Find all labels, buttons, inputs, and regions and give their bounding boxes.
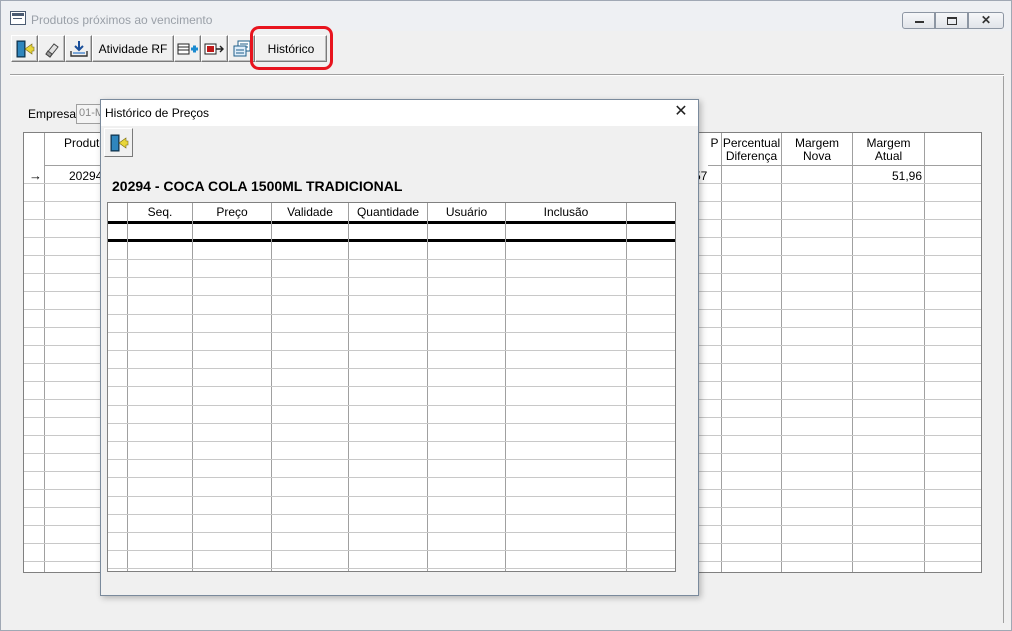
exit-door-icon <box>110 134 128 151</box>
eraser-button[interactable] <box>38 35 65 62</box>
row-separator <box>108 350 675 351</box>
col-preco[interactable]: Preço <box>193 203 272 221</box>
exit-door-icon <box>16 40 34 57</box>
cell-produto[interactable]: 20294 <box>69 169 102 183</box>
minimize-icon <box>915 21 924 23</box>
col-percentual-diferenca[interactable]: Percentual Diferença <box>722 133 782 166</box>
row-separator <box>108 295 675 296</box>
dialog-title-bar: Histórico de Preços ✕ <box>101 100 698 126</box>
col-line <box>348 221 349 571</box>
atividade-rf-label: Atividade RF <box>98 41 168 56</box>
close-icon: ✕ <box>980 13 992 27</box>
col-margem-nova[interactable]: Margem Nova <box>782 133 853 166</box>
atividade-rf-button[interactable]: Atividade RF <box>92 35 174 62</box>
row-separator <box>108 459 675 460</box>
download-button[interactable] <box>65 35 92 62</box>
dialog-title: Histórico de Preços <box>105 106 210 120</box>
main-window: Produtos próximos ao vencimento ✕ Ativid… <box>0 0 1012 631</box>
col-validade[interactable]: Validade <box>272 203 349 221</box>
col-seq[interactable]: Seq. <box>128 203 193 221</box>
maximize-icon <box>947 17 957 25</box>
col-line <box>192 221 193 571</box>
dialog-close-icon[interactable]: ✕ <box>672 103 690 121</box>
current-row-arrow-icon: → <box>29 168 42 183</box>
minimize-button[interactable] <box>902 12 935 29</box>
col-line <box>505 221 506 571</box>
col-blank <box>925 133 981 166</box>
col-line <box>626 221 627 571</box>
col-quantidade[interactable]: Quantidade <box>349 203 428 221</box>
edit-card-icon <box>233 40 250 56</box>
row-separator <box>108 259 675 260</box>
row-separator <box>108 496 675 497</box>
product-heading: 20294 - COCA COLA 1500ML TRADICIONAL <box>112 178 403 194</box>
row-separator <box>108 441 675 442</box>
price-history-grid[interactable]: Seq. Preço Validade Quantidade Usuário I… <box>107 202 676 572</box>
row-separator <box>108 277 675 278</box>
col-usuario[interactable]: Usuário <box>428 203 506 221</box>
download-tray-icon <box>69 40 88 57</box>
close-button[interactable]: ✕ <box>968 12 1004 29</box>
col-margem-atual[interactable]: Margem Atual <box>853 133 925 166</box>
row-separator <box>108 514 675 515</box>
col-line <box>427 221 428 571</box>
window-title: Produtos próximos ao vencimento <box>31 13 213 27</box>
window-app-icon <box>10 11 26 25</box>
row-separator <box>108 405 675 406</box>
row-separator <box>108 477 675 478</box>
row-separator <box>108 423 675 424</box>
current-row-rule <box>108 239 675 242</box>
row-separator <box>108 368 675 369</box>
row-separator <box>108 568 675 569</box>
exit-button[interactable] <box>11 35 38 62</box>
row-separator <box>108 386 675 387</box>
col-line <box>782 166 853 572</box>
add-to-list-icon <box>177 43 198 54</box>
header-rule <box>108 221 675 224</box>
historico-highlight <box>250 26 333 70</box>
col-line <box>271 221 272 571</box>
col-line <box>127 221 128 571</box>
col-line <box>708 166 722 572</box>
row-separator <box>108 314 675 315</box>
title-bar: Produtos próximos ao vencimento ✕ <box>1 1 1011 31</box>
dialog-exit-button[interactable] <box>104 128 133 157</box>
export-arrow-icon <box>204 43 224 54</box>
row-separator <box>108 532 675 533</box>
add-to-list-button[interactable] <box>174 35 201 62</box>
row-separator <box>108 332 675 333</box>
cell-margem-atual[interactable]: 51,96 <box>892 169 922 183</box>
col-line <box>853 166 925 572</box>
row-separator <box>108 550 675 551</box>
export-button[interactable] <box>201 35 228 62</box>
empresa-label: Empresa <box>28 107 77 121</box>
col-p[interactable]: P <box>708 133 722 166</box>
col-indicator <box>108 203 128 221</box>
maximize-button[interactable] <box>935 12 968 29</box>
col-line <box>722 166 782 572</box>
eraser-icon <box>44 42 59 58</box>
historico-precos-dialog: Histórico de Preços ✕ 20294 - COCA COLA … <box>100 99 699 596</box>
col-inclusao[interactable]: Inclusão <box>506 203 627 221</box>
